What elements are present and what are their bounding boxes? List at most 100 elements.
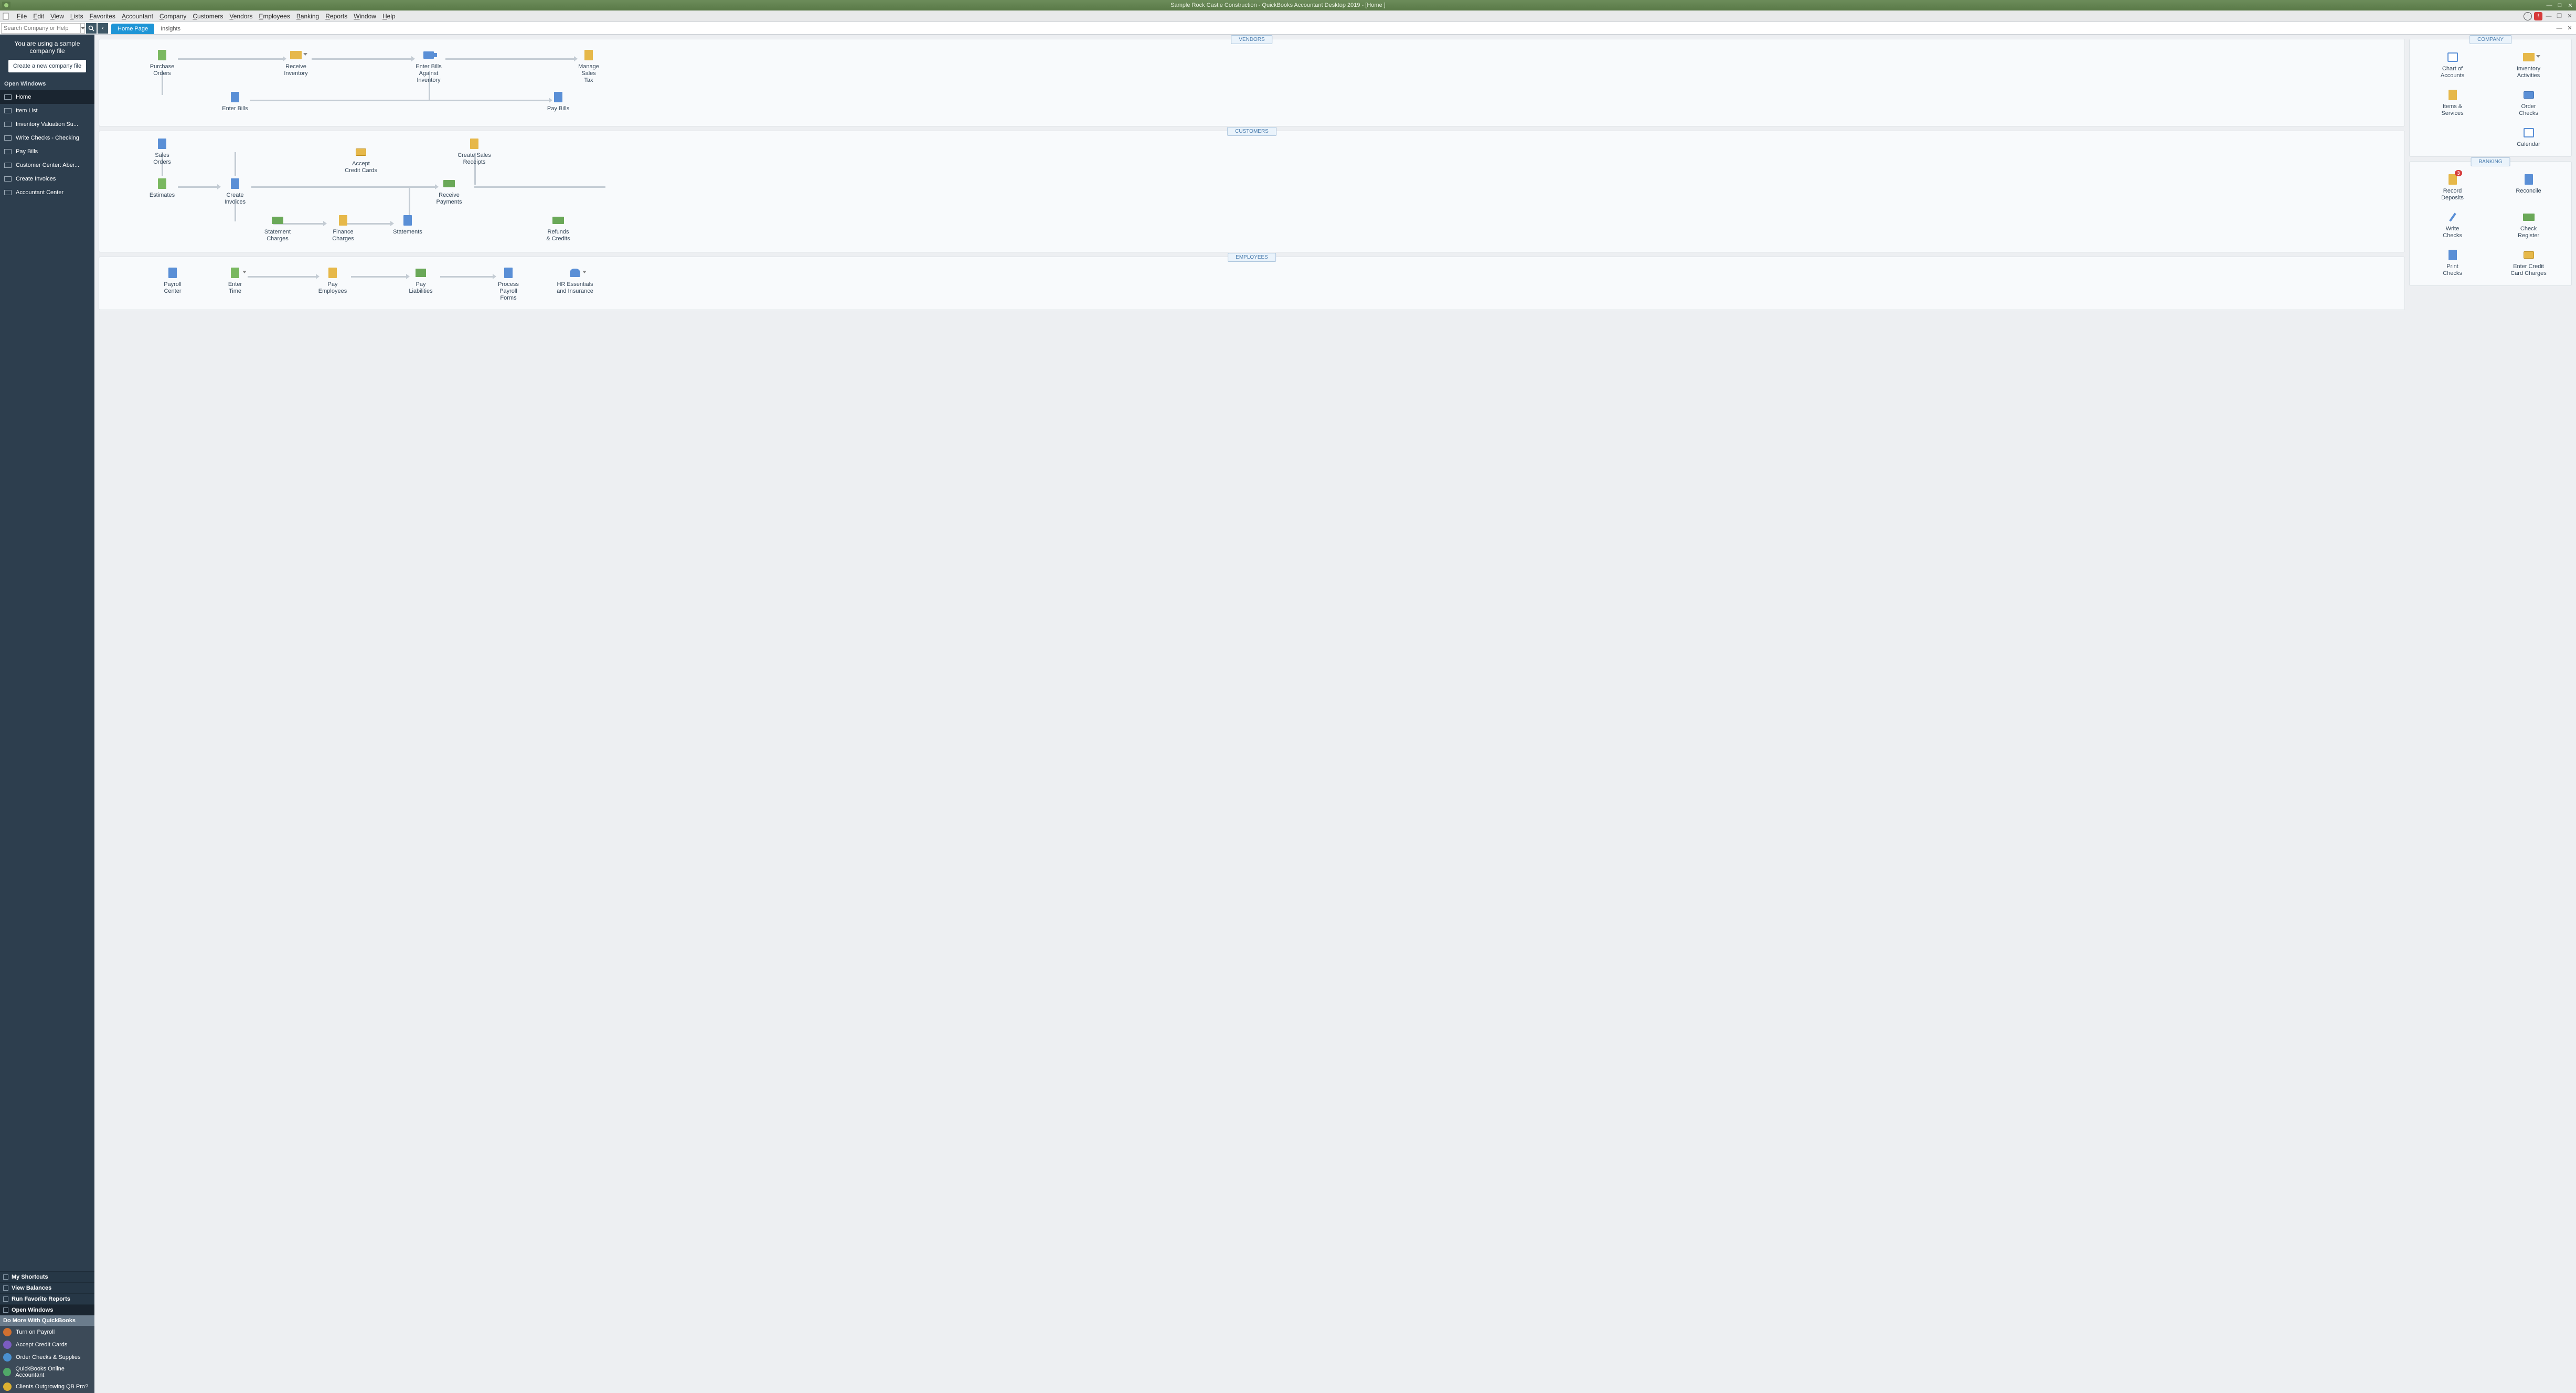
estimates[interactable]: Estimates xyxy=(139,177,186,199)
minimize-icon[interactable]: — xyxy=(2546,2,2553,9)
menu-file[interactable]: File xyxy=(14,12,30,21)
do-more-item[interactable]: QuickBooks Online Accountant xyxy=(0,1364,94,1380)
pay-employees[interactable]: PayEmployees xyxy=(309,267,356,295)
sales-orders[interactable]: SalesOrders xyxy=(139,137,186,166)
pay-bills[interactable]: Pay Bills xyxy=(535,91,582,112)
workspace: VENDORS PurchaseOrders ReceiveInventory … xyxy=(94,35,2576,1393)
chevron-down-icon[interactable] xyxy=(2536,55,2540,58)
menu-banking[interactable]: Banking xyxy=(293,12,322,21)
sidebar-window-item[interactable]: Accountant Center xyxy=(0,186,94,199)
statement-charges[interactable]: StatementCharges xyxy=(254,214,301,242)
vendors-panel: VENDORS PurchaseOrders ReceiveInventory … xyxy=(99,39,2405,126)
do-more-item[interactable]: Accept Credit Cards xyxy=(0,1338,94,1351)
pay-liabilities[interactable]: PayLiabilities xyxy=(397,267,444,295)
close-icon[interactable]: ✕ xyxy=(2567,2,2574,9)
sidebar-window-item[interactable]: Pay Bills xyxy=(0,145,94,158)
menu-help[interactable]: Help xyxy=(379,12,399,21)
menu-company[interactable]: Company xyxy=(156,12,189,21)
child-restore-icon[interactable]: ❐ xyxy=(2555,12,2563,20)
chart-of-accounts[interactable]: Chart ofAccounts xyxy=(2417,51,2488,79)
alert-icon[interactable]: ! xyxy=(2534,12,2542,20)
accept-credit-cards[interactable]: AcceptCredit Cards xyxy=(337,146,385,174)
child-minimize-icon[interactable]: — xyxy=(2545,12,2553,20)
maximize-icon[interactable]: □ xyxy=(2556,2,2563,9)
enter-bills[interactable]: Enter Bills xyxy=(211,91,259,112)
truck-icon xyxy=(421,49,436,61)
sidebar-window-item[interactable]: Home xyxy=(0,90,94,104)
document-icon xyxy=(155,137,169,150)
chevron-down-icon[interactable] xyxy=(582,271,587,273)
print-checks[interactable]: PrintChecks xyxy=(2417,249,2488,277)
purchase-orders[interactable]: PurchaseOrders xyxy=(139,49,186,77)
record-deposits[interactable]: 3RecordDeposits xyxy=(2417,173,2488,201)
menu-favorites[interactable]: Favorites xyxy=(87,12,119,21)
receive-inventory[interactable]: ReceiveInventory xyxy=(272,49,320,77)
reminder-icon[interactable] xyxy=(2524,12,2532,20)
reconcile[interactable]: Reconcile xyxy=(2493,173,2564,201)
do-more-item[interactable]: Turn on Payroll xyxy=(0,1326,94,1338)
calendar[interactable]: Calendar xyxy=(2493,126,2564,148)
menu-window[interactable]: Window xyxy=(350,12,379,21)
circle-icon xyxy=(3,1353,12,1362)
sidebar-window-item[interactable]: Customer Center: Aber... xyxy=(0,158,94,172)
statements[interactable]: Statements xyxy=(384,214,431,236)
manage-sales-tax[interactable]: ManageSalesTax xyxy=(565,49,612,84)
sidebar-window-item[interactable]: Create Invoices xyxy=(0,172,94,186)
finance-charges[interactable]: FinanceCharges xyxy=(320,214,367,242)
receive-payments[interactable]: ReceivePayments xyxy=(425,177,473,206)
sidebar-window-item[interactable]: Inventory Valuation Su... xyxy=(0,118,94,131)
chevron-down-icon[interactable] xyxy=(242,271,247,273)
list-icon xyxy=(2445,89,2460,101)
menu-accountant[interactable]: Accountant xyxy=(119,12,156,21)
form-icon xyxy=(501,267,516,279)
do-more-label: Clients Outgrowing QB Pro? xyxy=(16,1384,88,1390)
sidebar-shortcut-item[interactable]: Open Windows xyxy=(0,1304,94,1315)
menu-view[interactable]: View xyxy=(47,12,67,21)
enter-bills-against-inventory[interactable]: Enter BillsAgainstInventory xyxy=(405,49,452,84)
process-payroll-forms[interactable]: ProcessPayrollForms xyxy=(485,267,532,302)
write-checks[interactable]: WriteChecks xyxy=(2417,211,2488,239)
menu-reports[interactable]: Reports xyxy=(322,12,350,21)
document-icon xyxy=(336,214,350,227)
menu-lists[interactable]: Lists xyxy=(67,12,87,21)
do-more-item[interactable]: Clients Outgrowing QB Pro? xyxy=(0,1380,94,1393)
collapse-sidebar-icon[interactable]: ‹ xyxy=(98,23,108,34)
sidebar-shortcut-item[interactable]: My Shortcuts xyxy=(0,1271,94,1282)
items-services[interactable]: Items &Services xyxy=(2417,89,2488,117)
menu-employees[interactable]: Employees xyxy=(256,12,293,21)
search-row: ‹ Home Page Insights — ✕ xyxy=(0,22,2576,35)
tab-insights[interactable]: Insights xyxy=(154,24,187,34)
menu-bar: FileEditViewListsFavoritesAccountantComp… xyxy=(0,10,2576,22)
enter-credit-card-charges[interactable]: Enter CreditCard Charges xyxy=(2493,249,2564,277)
sidebar-shortcut-item[interactable]: Run Favorite Reports xyxy=(0,1293,94,1304)
menu-vendors[interactable]: Vendors xyxy=(226,12,256,21)
chevron-down-icon[interactable] xyxy=(303,53,307,56)
inventory-activities[interactable]: InventoryActivities xyxy=(2493,51,2564,79)
panel-close-icon[interactable]: ✕ xyxy=(2566,24,2574,33)
employees-panel: EMPLOYEES PayrollCenter EnterTime PayEmp… xyxy=(99,257,2405,310)
create-invoices[interactable]: CreateInvoices xyxy=(211,177,259,206)
sidebar-shortcut-item[interactable]: View Balances xyxy=(0,1282,94,1293)
check-register[interactable]: CheckRegister xyxy=(2493,211,2564,239)
tab-home-page[interactable]: Home Page xyxy=(111,24,154,34)
do-more-item[interactable]: Order Checks & Supplies xyxy=(0,1351,94,1364)
refunds-credits[interactable]: Refunds& Credits xyxy=(535,214,582,242)
search-button[interactable] xyxy=(86,23,97,34)
panel-minimize-icon[interactable]: — xyxy=(2555,24,2563,33)
search-input[interactable] xyxy=(2,24,80,33)
search-field[interactable] xyxy=(1,23,85,34)
bank-icon xyxy=(413,267,428,279)
sidebar-window-item[interactable]: Item List xyxy=(0,104,94,118)
child-close-icon[interactable]: ✕ xyxy=(2566,12,2574,20)
search-dropdown-icon[interactable] xyxy=(80,24,85,33)
create-sales-receipts[interactable]: Create SalesReceipts xyxy=(451,137,498,166)
enter-time[interactable]: EnterTime xyxy=(211,267,259,295)
menu-edit[interactable]: Edit xyxy=(30,12,47,21)
deposit-icon: 3 xyxy=(2445,173,2460,186)
create-company-button[interactable]: Create a new company file xyxy=(8,60,86,72)
hr-essentials[interactable]: HR Essentialsand Insurance xyxy=(546,267,604,295)
order-checks[interactable]: OrderChecks xyxy=(2493,89,2564,117)
payroll-center[interactable]: PayrollCenter xyxy=(149,267,196,295)
sidebar-window-item[interactable]: Write Checks - Checking xyxy=(0,131,94,145)
menu-customers[interactable]: Customers xyxy=(189,12,226,21)
